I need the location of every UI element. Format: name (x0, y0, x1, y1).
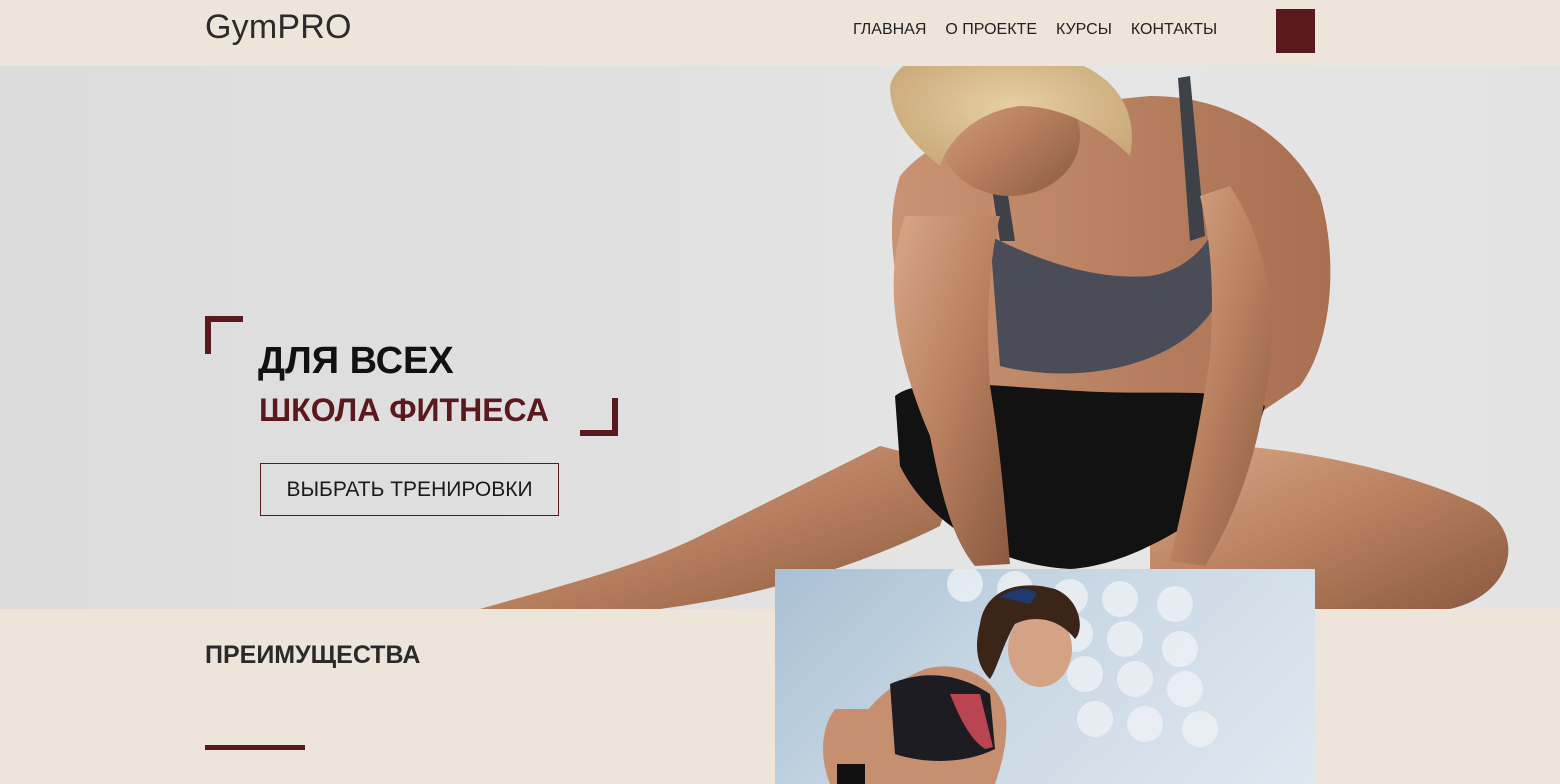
advantages-photo-dumbbell-woman (775, 569, 1315, 784)
decor-corner-top-left (205, 316, 243, 354)
site-header: GymPRO ГЛАВНАЯ О ПРОЕКТЕ КУРСЫ КОНТАКТЫ (0, 0, 1560, 66)
nav-item-home[interactable]: ГЛАВНАЯ (853, 21, 926, 39)
choose-workouts-button[interactable]: ВЫБРАТЬ ТРЕНИРОВКИ (260, 463, 559, 516)
nav-item-courses[interactable]: КУРСЫ (1056, 21, 1112, 39)
hero-subtitle: ШКОЛА ФИТНЕСА (259, 392, 549, 428)
advantages-title: ПРЕИМУЩЕСТВА (205, 641, 421, 669)
hero-title: ДЛЯ ВСЕХ (258, 340, 454, 382)
nav-item-contacts[interactable]: КОНТАКТЫ (1131, 21, 1217, 39)
menu-button[interactable] (1276, 9, 1315, 53)
main-nav: ГЛАВНАЯ О ПРОЕКТЕ КУРСЫ КОНТАКТЫ (853, 21, 1236, 39)
advantages-photo-drawing (823, 569, 1218, 784)
title-underline (205, 745, 305, 750)
decor-corner-bottom-right (580, 398, 618, 436)
hero-section: ДЛЯ ВСЕХ ШКОЛА ФИТНЕСА ВЫБРАТЬ ТРЕНИРОВК… (0, 66, 1560, 609)
logo[interactable]: GymPRO (205, 8, 352, 47)
nav-item-about[interactable]: О ПРОЕКТЕ (945, 21, 1037, 39)
